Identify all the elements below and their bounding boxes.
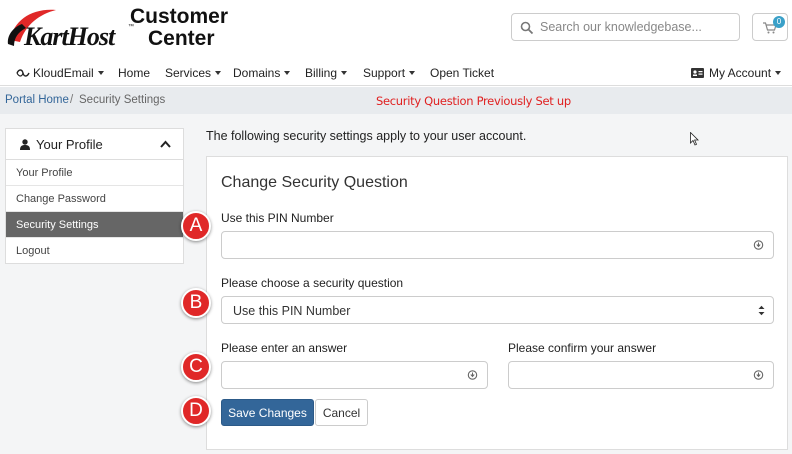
- security-question-card: Change Security Question Use this PIN Nu…: [206, 156, 788, 450]
- nav-item-open-ticket[interactable]: Open Ticket: [430, 66, 494, 80]
- pin-field[interactable]: [221, 231, 774, 259]
- nav-item-domains[interactable]: Domains: [233, 66, 291, 80]
- search-icon: [520, 21, 534, 35]
- password-reveal-icon[interactable]: [753, 369, 764, 382]
- chevron-down-icon: [97, 71, 104, 75]
- sidebar-item-security-settings[interactable]: Security Settings: [6, 212, 183, 238]
- logo-title-line2: Center: [148, 27, 215, 50]
- breadcrumb: Portal Home / Security Settings Security…: [0, 87, 792, 114]
- main-content: Your Profile Your Profile Change Passwor…: [0, 114, 792, 454]
- cart-count-badge: 0: [773, 16, 785, 28]
- password-reveal-icon[interactable]: [467, 369, 478, 382]
- nav-item-label: Billing: [305, 66, 338, 80]
- save-changes-button[interactable]: Save Changes: [221, 399, 314, 426]
- answer-label: Please enter an answer: [221, 341, 348, 355]
- nav-item-label: KloudEmail: [33, 66, 94, 80]
- intro-text: The following security settings apply to…: [206, 129, 527, 143]
- sidebar-item-label: Security Settings: [16, 219, 99, 231]
- id-card-icon: [691, 68, 704, 78]
- pin-label: Use this PIN Number: [221, 211, 334, 225]
- search-box: [511, 13, 740, 41]
- main-nav: KloudEmail Home Services Domains Billing…: [0, 58, 792, 86]
- breadcrumb-separator: /: [70, 94, 74, 106]
- nav-item-kloudemail[interactable]: KloudEmail: [16, 66, 104, 80]
- marker-b: B: [181, 288, 211, 318]
- mouse-cursor-icon: [690, 132, 699, 146]
- logo-title-line1: Customer: [130, 5, 229, 28]
- logo[interactable]: KartHost ™ Customer Center: [4, 6, 234, 52]
- sidebar-item-label: Logout: [16, 245, 50, 257]
- cart-button[interactable]: 0: [752, 13, 788, 41]
- header: KartHost ™ Customer Center 0: [0, 0, 792, 56]
- security-question-selected: Use this PIN Number: [233, 304, 351, 318]
- logo-text: KartHost: [24, 22, 115, 51]
- search-input[interactable]: [540, 17, 735, 37]
- nav-item-services[interactable]: Services: [165, 66, 222, 80]
- breadcrumb-home-link[interactable]: Portal Home: [5, 94, 69, 106]
- sidebar-item-label: Your Profile: [16, 167, 73, 179]
- sidebar-title: Your Profile: [36, 137, 103, 152]
- confirm-label: Please confirm your answer: [508, 341, 657, 355]
- sidebar-header[interactable]: Your Profile: [6, 129, 183, 160]
- marker-a: A: [181, 211, 211, 241]
- question-label: Please choose a security question: [221, 276, 404, 290]
- nav-item-billing[interactable]: Billing: [305, 66, 348, 80]
- sidebar-item-your-profile[interactable]: Your Profile: [6, 160, 183, 186]
- nav-item-label: Open Ticket: [430, 66, 495, 80]
- user-icon: [20, 139, 30, 150]
- nav-item-label: My Account: [709, 66, 772, 80]
- nav-item-support[interactable]: Support: [363, 66, 416, 80]
- password-reveal-icon[interactable]: [753, 239, 764, 252]
- nav-item-label: Domains: [233, 66, 281, 80]
- select-arrows-icon: [758, 305, 765, 316]
- annotation-title: Security Question Previously Set up: [376, 94, 571, 108]
- breadcrumb-current: Security Settings: [79, 94, 166, 106]
- card-title: Change Security Question: [221, 174, 408, 191]
- security-question-select[interactable]: Use this PIN Number: [221, 296, 774, 324]
- answer-field[interactable]: [221, 361, 488, 389]
- logo-title: Customer Center: [130, 6, 228, 50]
- chevron-down-icon: [284, 71, 291, 75]
- marker-d: D: [181, 396, 211, 426]
- chevron-down-icon: [215, 71, 222, 75]
- sidebar-item-logout[interactable]: Logout: [6, 238, 183, 264]
- cancel-button[interactable]: Cancel: [315, 399, 368, 426]
- chevron-up-icon[interactable]: [160, 140, 171, 148]
- nav-item-home[interactable]: Home: [118, 66, 150, 80]
- chevron-down-icon: [341, 71, 348, 75]
- nav-item-label: Services: [165, 66, 212, 80]
- nav-item-label: Support: [363, 66, 406, 80]
- sidebar-item-label: Change Password: [16, 193, 106, 205]
- kloudemail-icon: [16, 69, 30, 77]
- chevron-down-icon: [409, 71, 416, 75]
- sidebar-item-change-password[interactable]: Change Password: [6, 186, 183, 212]
- marker-c: C: [181, 352, 211, 382]
- chevron-down-icon: [775, 71, 782, 75]
- nav-item-label: Home: [118, 66, 151, 80]
- nav-item-my-account[interactable]: My Account: [691, 66, 782, 80]
- sidebar-profile-panel: Your Profile Your Profile Change Passwor…: [5, 128, 184, 264]
- confirm-answer-field[interactable]: [508, 361, 774, 389]
